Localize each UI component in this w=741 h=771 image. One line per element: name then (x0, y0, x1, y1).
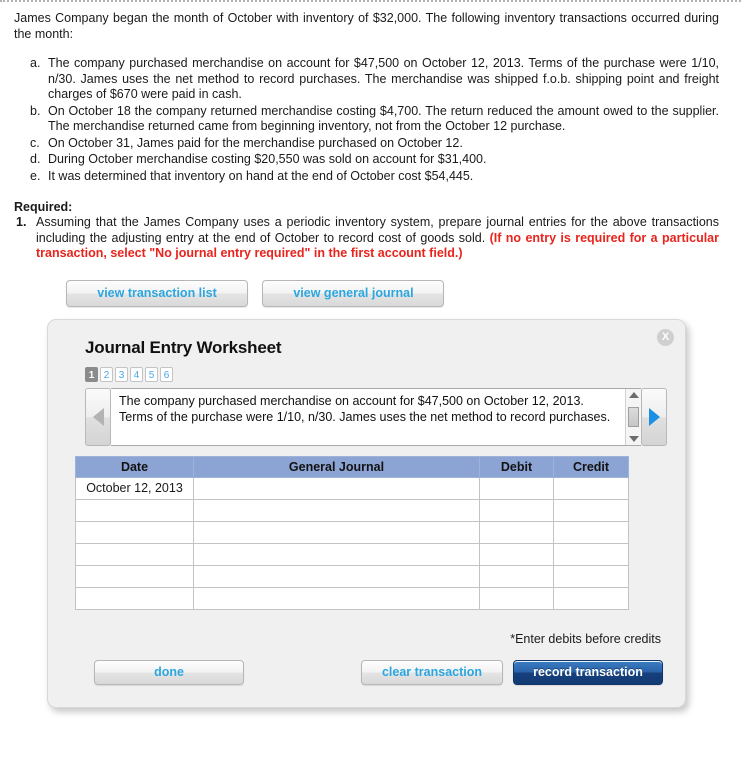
description-scrollbar[interactable] (625, 388, 641, 445)
general-journal-input[interactable] (193, 520, 480, 544)
date-cell (75, 542, 194, 566)
worksheet-nav-row: The company purchased merchandise on acc… (85, 387, 667, 446)
credit-input[interactable] (553, 564, 629, 588)
credit-input[interactable] (553, 476, 629, 500)
column-header-general-journal: General Journal (193, 455, 480, 478)
problem-item: a. The company purchased merchandise on … (14, 56, 727, 103)
general-journal-input[interactable] (193, 476, 480, 500)
credit-input[interactable] (553, 498, 629, 522)
problem-item-marker: e. (30, 168, 41, 183)
triangle-left-icon (92, 407, 104, 426)
column-header-debit: Debit (479, 455, 554, 478)
required-item-number: 1. (16, 215, 27, 229)
problem-item-marker: b. (30, 103, 41, 118)
debits-before-credits-note: *Enter debits before credits (510, 631, 661, 646)
page-content: James Company began the month of October… (0, 0, 741, 708)
tab-6[interactable]: 6 (160, 366, 173, 382)
panel-title: Journal Entry Worksheet (85, 337, 282, 357)
date-cell (75, 520, 194, 544)
required-item: 1. Assuming that the James Company uses a… (14, 215, 727, 262)
view-general-journal-button[interactable]: view general journal (262, 279, 445, 307)
scroll-down-icon[interactable] (628, 435, 639, 442)
debit-input[interactable] (479, 520, 554, 544)
column-header-date: Date (75, 455, 194, 478)
general-journal-input[interactable] (193, 564, 480, 588)
worksheet-tabs: 1 2 3 4 5 6 (85, 366, 667, 382)
credit-input[interactable] (553, 542, 629, 566)
date-cell (75, 498, 194, 522)
debit-input[interactable] (479, 542, 554, 566)
view-transaction-list-button[interactable]: view transaction list (66, 279, 248, 307)
problem-item-list: a. The company purchased merchandise on … (14, 56, 727, 184)
problem-intro: James Company began the month of October… (14, 11, 719, 41)
problem-item-text: The company purchased merchandise on acc… (48, 56, 719, 101)
worksheet-footer: done clear transaction record transactio… (94, 659, 663, 685)
problem-item-text: During October merchandise costing $20,5… (48, 152, 487, 166)
scrollbar-thumb[interactable] (628, 406, 639, 427)
problem-item-text: On October 31, James paid for the mercha… (48, 135, 463, 150)
table-header-row: Date General Journal Debit Credit (75, 455, 629, 478)
entry-description-text: The company purchased merchandise on acc… (119, 393, 611, 425)
journal-entry-worksheet-panel: X Journal Entry Worksheet 1 2 3 4 5 6 Th… (47, 318, 686, 708)
tab-1[interactable]: 1 (85, 366, 98, 382)
problem-item: d. During October merchandise costing $2… (14, 152, 727, 168)
close-icon[interactable]: X (657, 328, 674, 346)
table-row (75, 498, 629, 522)
journal-entry-table: Date General Journal Debit Credit Octobe… (75, 455, 629, 610)
problem-item-text: It was determined that inventory on hand… (48, 168, 474, 183)
table-row (75, 564, 629, 588)
credit-input[interactable] (553, 586, 629, 610)
debit-input[interactable] (479, 498, 554, 522)
column-header-credit: Credit (553, 455, 629, 478)
date-cell (75, 564, 194, 588)
date-cell (75, 586, 194, 610)
next-entry-button[interactable] (641, 387, 667, 446)
tab-5[interactable]: 5 (145, 366, 158, 382)
tab-2[interactable]: 2 (100, 366, 113, 382)
problem-item: e. It was determined that inventory on h… (14, 169, 727, 185)
general-journal-input[interactable] (193, 498, 480, 522)
triangle-right-icon (648, 407, 660, 426)
view-buttons-row: view transaction list view general journ… (66, 279, 727, 307)
page-top-border (0, 0, 741, 2)
table-row (75, 586, 629, 610)
required-heading: Required: (14, 200, 73, 214)
tab-4[interactable]: 4 (130, 366, 143, 382)
general-journal-input[interactable] (193, 586, 480, 610)
tab-3[interactable]: 3 (115, 366, 128, 382)
problem-item: b. On October 18 the company returned me… (14, 104, 727, 135)
debit-input[interactable] (479, 564, 554, 588)
table-row: October 12, 2013 (75, 476, 629, 500)
date-cell: October 12, 2013 (75, 476, 194, 500)
scroll-up-icon[interactable] (628, 391, 639, 398)
problem-item-marker: d. (30, 152, 41, 166)
previous-entry-button[interactable] (85, 387, 111, 446)
problem-item-text: On October 18 the company returned merch… (48, 103, 719, 134)
clear-transaction-button[interactable]: clear transaction (361, 659, 503, 685)
table-row (75, 520, 629, 544)
problem-item-marker: c. (30, 135, 40, 150)
problem-item-marker: a. (30, 56, 41, 70)
debit-input[interactable] (479, 586, 554, 610)
done-button[interactable]: done (94, 659, 244, 685)
record-transaction-button[interactable]: record transaction (513, 659, 663, 685)
credit-input[interactable] (553, 520, 629, 544)
general-journal-input[interactable] (193, 542, 480, 566)
entry-description-box: The company purchased merchandise on acc… (111, 387, 641, 446)
table-row (75, 542, 629, 566)
debit-input[interactable] (479, 476, 554, 500)
problem-item: c. On October 31, James paid for the mer… (14, 136, 727, 152)
